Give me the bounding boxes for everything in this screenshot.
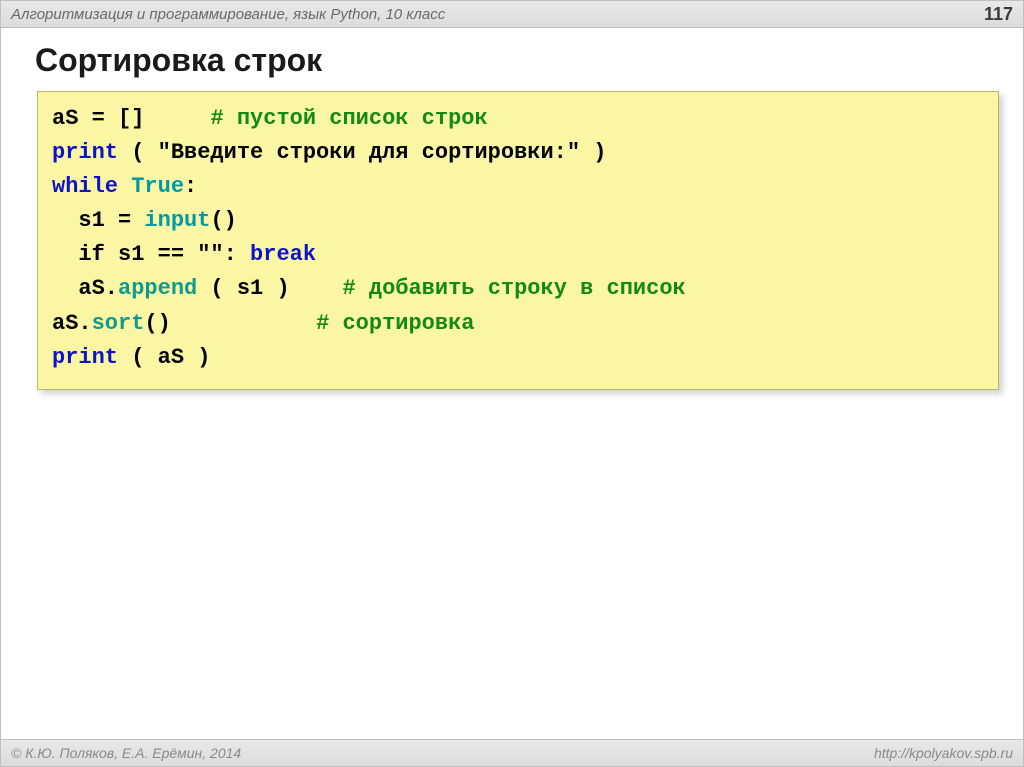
code-text: if s1 == "":: [52, 242, 250, 267]
code-block: aS = [] # пустой список строк print ( "В…: [37, 91, 999, 390]
footer-bar: © К.Ю. Поляков, Е.А. Ерёмин, 2014 http:/…: [1, 739, 1023, 766]
code-text: ( "Введите строки для сортировки:" ): [118, 140, 606, 165]
code-comment: # добавить строку в список: [342, 276, 685, 301]
code-keyword-break: break: [250, 242, 316, 267]
code-text: ( aS ): [118, 345, 210, 370]
footer-url: http://kpolyakov.spb.ru: [874, 745, 1013, 761]
footer-copyright: © К.Ю. Поляков, Е.А. Ерёмин, 2014: [11, 745, 241, 761]
course-title: Алгоритмизация и программирование, язык …: [11, 6, 445, 23]
code-text: aS.: [52, 311, 92, 336]
code-text: aS.: [52, 276, 118, 301]
code-method-sort: sort: [92, 311, 145, 336]
slide: Алгоритмизация и программирование, язык …: [0, 0, 1024, 767]
code-text: s1 =: [52, 208, 144, 233]
code-comment: # сортировка: [316, 311, 474, 336]
header-bar: Алгоритмизация и программирование, язык …: [1, 1, 1023, 28]
code-keyword-print: print: [52, 140, 118, 165]
code-method-append: append: [118, 276, 197, 301]
code-func-input: input: [144, 208, 210, 233]
code-comment: # пустой список строк: [210, 106, 487, 131]
code-text: :: [184, 174, 197, 199]
code-text: (): [144, 311, 316, 336]
slide-title: Сортировка строк: [1, 28, 1023, 89]
page-number: 117: [984, 4, 1013, 25]
code-keyword-true: True: [131, 174, 184, 199]
code-text: (): [210, 208, 236, 233]
code-text: aS = []: [52, 106, 210, 131]
code-keyword-while: while: [52, 174, 131, 199]
code-keyword-print: print: [52, 345, 118, 370]
code-text: ( s1 ): [197, 276, 342, 301]
